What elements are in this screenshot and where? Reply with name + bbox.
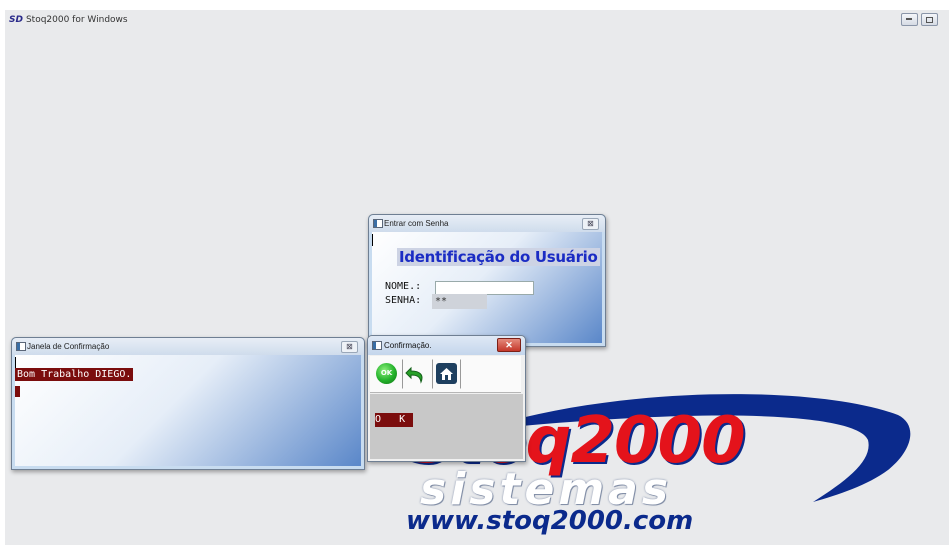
confirm-window-title: Janela de Confirmação xyxy=(27,342,110,351)
login-heading: Identificação do Usuário xyxy=(397,248,600,266)
maximize-icon xyxy=(926,17,933,23)
name-label: NOME.: xyxy=(385,281,422,292)
window-icon xyxy=(16,342,26,351)
dialog-body: O K xyxy=(370,394,523,459)
logo-url: www.stoq2000.com xyxy=(406,506,694,536)
close-button[interactable]: ⊠ xyxy=(582,218,599,230)
maximize-button[interactable] xyxy=(921,13,938,26)
confirm-window: Janela de Confirmação ⊠ Bom Trabalho DIE… xyxy=(11,337,365,470)
confirmation-dialog-title: Confirmação. xyxy=(384,341,432,350)
confirmation-dialog: Confirmação. ✕ OK O K xyxy=(367,335,526,462)
home-icon xyxy=(436,363,457,384)
window-icon xyxy=(372,341,382,350)
confirm-window-titlebar[interactable]: Janela de Confirmação ⊠ xyxy=(12,338,364,355)
minimize-button[interactable] xyxy=(901,13,918,26)
app-title-bar: SD Stoq2000 for Windows xyxy=(9,15,128,25)
login-window-titlebar[interactable]: Entrar com Senha ⊠ xyxy=(369,215,605,232)
dialog-toolbar: OK xyxy=(370,356,521,393)
confirmation-dialog-titlebar[interactable]: Confirmação. ✕ xyxy=(368,336,525,355)
undo-arrow-icon xyxy=(405,366,423,384)
app-logo-icon: SD xyxy=(9,15,23,25)
welcome-message: Bom Trabalho DIEGO. xyxy=(15,368,134,381)
ok-icon: OK xyxy=(376,363,397,384)
ok-button[interactable]: OK xyxy=(372,359,401,389)
input-cursor xyxy=(15,386,20,397)
desktop-area: SD Stoq2000 for Windows Stoq2000 sistemas… xyxy=(5,10,949,545)
login-window-title: Entrar com Senha xyxy=(384,219,449,228)
window-icon xyxy=(373,219,383,228)
home-button[interactable] xyxy=(432,359,461,389)
confirm-window-body: Bom Trabalho DIEGO. xyxy=(15,355,361,466)
ok-field[interactable]: O K xyxy=(375,413,413,427)
minimize-icon xyxy=(906,18,912,20)
close-button[interactable]: ⊠ xyxy=(341,341,358,353)
login-window-body: Identificação do Usuário NOME.: SENHA: *… xyxy=(372,232,602,343)
back-button[interactable] xyxy=(402,359,431,389)
name-input[interactable] xyxy=(435,281,534,295)
password-input[interactable]: ** xyxy=(432,294,487,309)
login-window: Entrar com Senha ⊠ Identificação do Usuá… xyxy=(368,214,606,347)
password-label: SENHA: xyxy=(385,295,422,306)
app-title: Stoq2000 for Windows xyxy=(25,15,128,25)
text-caret xyxy=(372,234,373,246)
close-button[interactable]: ✕ xyxy=(497,338,521,352)
